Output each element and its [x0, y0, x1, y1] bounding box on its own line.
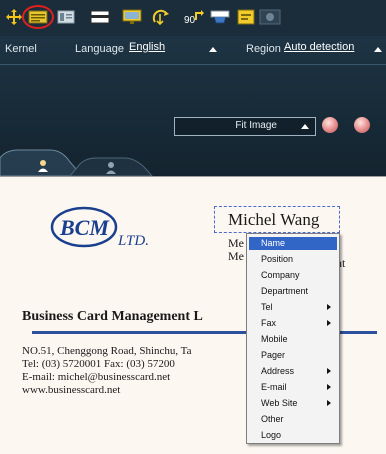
zoom-in-icon[interactable]: [322, 117, 338, 133]
screen-icon[interactable]: [121, 8, 143, 26]
menu-item-email[interactable]: E-mail: [249, 381, 337, 394]
menu-item-mobile[interactable]: Mobile: [249, 333, 337, 346]
submenu-arrow-icon: [327, 384, 331, 390]
bcm-logo: BCM: [50, 205, 120, 254]
card-name: Michel Wang: [228, 210, 320, 229]
menu-item-label: Web Site: [261, 398, 298, 408]
language-dropdown-arrow-icon[interactable]: [209, 47, 217, 52]
card-company: Business Card Management L: [22, 309, 203, 324]
zoom-select[interactable]: Fit Image: [174, 117, 316, 136]
logo-text: BCM: [59, 215, 110, 240]
menu-item-label: Department: [261, 286, 309, 296]
menu-item-label: Pager: [261, 350, 286, 360]
menu-item-fax[interactable]: Fax: [249, 317, 337, 330]
logo-suffix: LTD.: [118, 233, 149, 249]
zoom-value: Fit Image: [235, 120, 277, 131]
submenu-arrow-icon: [327, 320, 331, 326]
recycle-icon[interactable]: [150, 8, 172, 26]
menu-item-label: Address: [261, 366, 295, 376]
panel-divider: [0, 64, 386, 65]
tray-icon[interactable]: [209, 8, 231, 26]
card-phone-line: Tel: (03) 5720001 Fax: (03) 57200: [22, 358, 175, 370]
card-website-line: www.businesscard.net: [22, 384, 121, 396]
menu-item-company[interactable]: Company: [249, 269, 337, 282]
submenu-arrow-icon: [327, 400, 331, 406]
region-label: Region: [246, 43, 281, 55]
menu-item-label: Company: [261, 270, 300, 280]
kernel-label: Kernel: [5, 43, 37, 55]
view-tabs: [0, 148, 386, 177]
menu-item-label: Position: [261, 254, 294, 264]
menu-item-position[interactable]: Position: [249, 253, 337, 266]
zoom-out-icon[interactable]: [354, 117, 370, 133]
region-select[interactable]: Auto detection: [284, 41, 354, 53]
menu-item-label: Tel: [261, 302, 273, 312]
menu-item-tel[interactable]: Tel: [249, 301, 337, 314]
language-label: Language: [75, 43, 124, 55]
submenu-arrow-icon: [327, 368, 331, 374]
card-address-line: NO.51, Chenggong Road, Shinchu, Ta: [22, 345, 192, 357]
toolbar: 90: [0, 0, 386, 36]
menu-item-label: E-mail: [261, 382, 287, 392]
menu-item-label: Name: [261, 238, 286, 248]
menu-item-other[interactable]: Other: [249, 413, 337, 426]
menu-item-label: Mobile: [261, 334, 288, 344]
highlight-circle: [22, 5, 54, 29]
menu-item-label: Other: [261, 414, 284, 424]
language-select[interactable]: English: [129, 41, 165, 53]
menu-item-web-site[interactable]: Web Site: [249, 397, 337, 410]
rotate-90-icon[interactable]: 90: [183, 8, 205, 26]
export-icon[interactable]: [235, 8, 257, 26]
card-email-line: E-mail: michel@businesscard.net: [22, 371, 171, 383]
region-dropdown-arrow-icon[interactable]: [374, 47, 382, 52]
menu-item-pager[interactable]: Pager: [249, 349, 337, 362]
menu-item-label: Fax: [261, 318, 277, 328]
settings-panel: Kernel Language English Region Auto dete…: [0, 36, 386, 177]
submenu-arrow-icon: [327, 304, 331, 310]
menu-item-address[interactable]: Address: [249, 365, 337, 378]
menu-item-logo[interactable]: Logo: [249, 429, 337, 442]
menu-item-label: Logo: [261, 430, 282, 440]
record-icon[interactable]: [259, 8, 281, 26]
rotate-90-label: 90: [184, 15, 196, 26]
card-department-fragment: Me: [228, 249, 244, 263]
card-list-icon[interactable]: [55, 8, 77, 26]
zoom-dropdown-arrow-icon[interactable]: [301, 124, 309, 129]
menu-item-department[interactable]: Department: [249, 285, 337, 298]
menu-item-name[interactable]: Name: [249, 237, 337, 250]
white-card-icon[interactable]: [89, 8, 111, 26]
field-type-context-menu: Name Position Company Department Tel Fax…: [246, 233, 340, 444]
